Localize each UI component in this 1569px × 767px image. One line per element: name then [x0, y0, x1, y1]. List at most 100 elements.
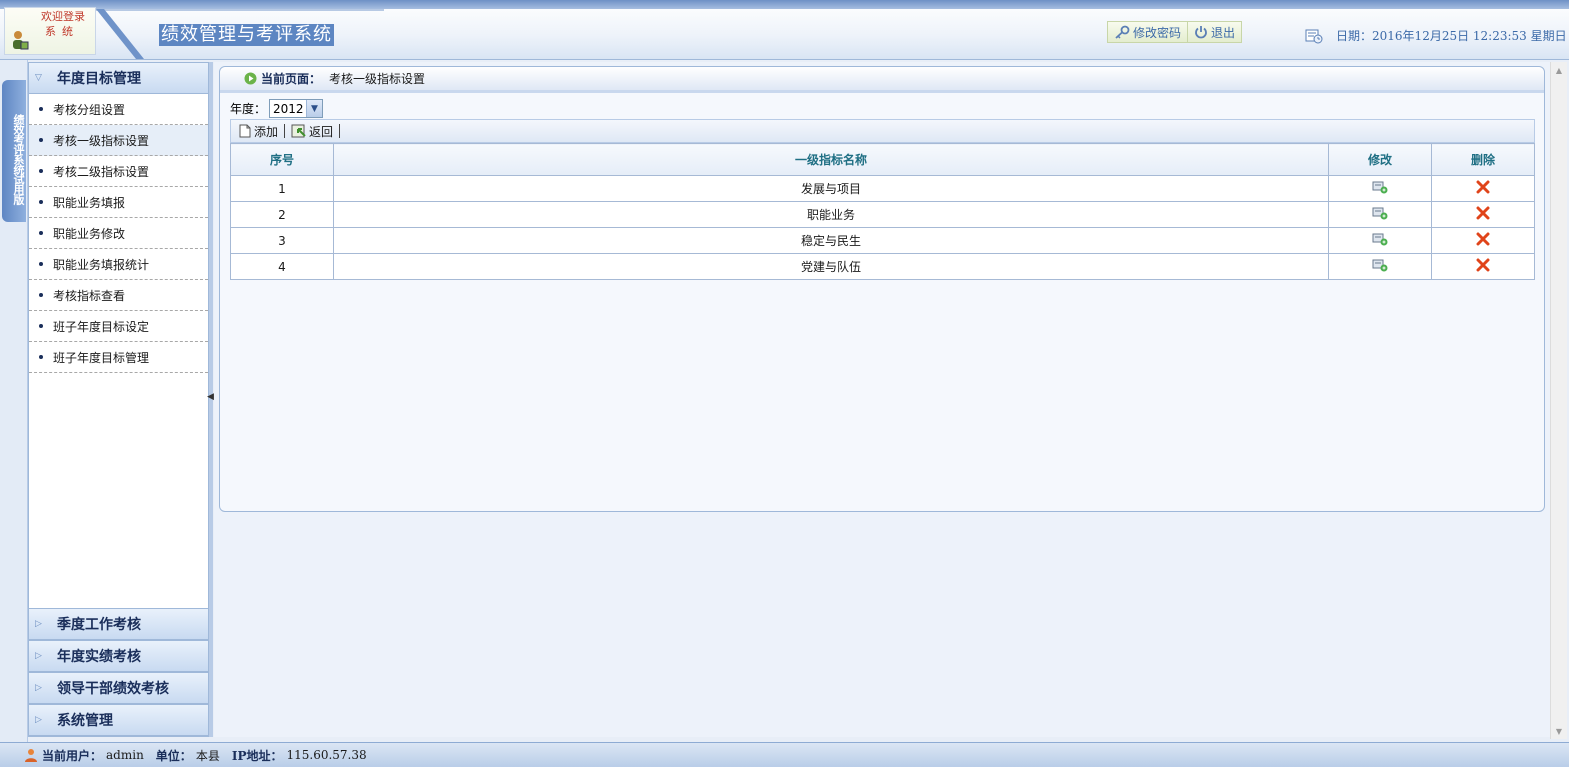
- menu-section-label: 系统管理: [57, 713, 113, 729]
- bullet-icon: [39, 262, 43, 266]
- menu-section-annual-goals[interactable]: ▽ 年度目标管理: [29, 63, 208, 94]
- logout-button[interactable]: 退出: [1187, 22, 1241, 42]
- bullet-icon: [39, 293, 43, 297]
- delete-x-icon[interactable]: [1476, 206, 1490, 220]
- table-row: 3 稳定与民生: [230, 227, 1535, 254]
- menu-section-label: 年度实绩考核: [57, 649, 141, 665]
- sidebar-item-business-edit[interactable]: 职能业务修改: [29, 218, 208, 249]
- breadcrumb: 当前页面： 考核一级指标设置: [220, 67, 1544, 93]
- back-button[interactable]: 返回: [291, 123, 333, 140]
- key-icon: [1115, 25, 1130, 39]
- content-panel: 当前页面： 考核一级指标设置 年度： 2012 ▼ 添加 返回 序号 一级指标名…: [219, 66, 1545, 512]
- play-circle-icon: [244, 72, 257, 85]
- year-selected-value: 2012: [273, 101, 304, 116]
- column-header-name: 一级指标名称: [333, 143, 1329, 176]
- status-bar: 当前用户： admin 单位： 本县 IP地址： 115.60.57.38: [0, 742, 1569, 767]
- row-indicator-name: 稳定与民生: [333, 227, 1329, 254]
- edit-cell: [1328, 227, 1432, 254]
- indicator-table: 序号 一级指标名称 修改 删除 1 发展与项目 2 职能业务 3 稳定与民生 4…: [230, 143, 1535, 280]
- edit-icon[interactable]: [1372, 258, 1388, 272]
- sidebar-item-indicator-view[interactable]: 考核指标查看: [29, 280, 208, 311]
- chevron-right-icon: ▷: [35, 619, 42, 629]
- bullet-icon: [39, 138, 43, 142]
- toolbar-divider: [339, 124, 341, 138]
- back-arrow-icon: [291, 124, 306, 138]
- row-index: 4: [230, 253, 334, 280]
- add-button[interactable]: 添加: [239, 123, 278, 140]
- logo: 欢迎登录 系统: [4, 7, 96, 55]
- vertical-system-tab[interactable]: 绩效考评系统试用版: [2, 80, 26, 222]
- edit-icon[interactable]: [1372, 206, 1388, 220]
- row-indicator-name: 发展与项目: [333, 175, 1329, 202]
- menu-section-quarterly[interactable]: ▷ 季度工作考核: [29, 608, 208, 640]
- calendar-clock-icon: [1305, 29, 1323, 43]
- chevron-down-icon: ▽: [35, 73, 42, 83]
- sidebar-item-label: 考核分组设置: [53, 102, 126, 117]
- year-select[interactable]: 2012 ▼: [269, 99, 324, 118]
- sidebar-item-label: 职能业务修改: [53, 226, 126, 241]
- row-index: 3: [230, 227, 334, 254]
- scroll-up-icon[interactable]: ▲: [1551, 62, 1567, 78]
- year-filter: 年度： 2012 ▼: [230, 99, 324, 118]
- collapse-arrow-icon[interactable]: ◀: [207, 392, 214, 404]
- menu-section-system-management[interactable]: ▷ 系统管理: [29, 704, 208, 736]
- sidebar-item-level2-indicators[interactable]: 考核二级指标设置: [29, 156, 208, 187]
- delete-cell: [1431, 253, 1535, 280]
- bullet-icon: [39, 231, 43, 235]
- column-header-index: 序号: [230, 143, 334, 176]
- delete-x-icon[interactable]: [1476, 180, 1490, 194]
- sidebar-item-label: 班子年度目标管理: [53, 350, 150, 365]
- sidebar-item-team-goal-setting[interactable]: 班子年度目标设定: [29, 311, 208, 342]
- logo-text-line1: 欢迎登录: [41, 10, 85, 23]
- sidebar-item-group-settings[interactable]: 考核分组设置: [29, 94, 208, 125]
- table-header-row: 序号 一级指标名称 修改 删除: [230, 143, 1535, 176]
- change-password-label: 修改密码: [1133, 25, 1182, 40]
- unit-value: 本县: [195, 748, 220, 763]
- user-logo-icon: [13, 31, 29, 50]
- sidebar-item-level1-indicators[interactable]: 考核一级指标设置: [29, 125, 208, 156]
- menu-section-label: 领导干部绩效考核: [57, 681, 169, 697]
- change-password-button[interactable]: 修改密码: [1108, 22, 1187, 42]
- edit-icon[interactable]: [1372, 180, 1388, 194]
- delete-cell: [1431, 175, 1535, 202]
- menu-section-annual-performance[interactable]: ▷ 年度实绩考核: [29, 640, 208, 672]
- toolbar-divider: [284, 124, 286, 138]
- menu-section-label: 年度目标管理: [57, 71, 141, 87]
- sidebar-item-label: 考核指标查看: [53, 288, 126, 303]
- scroll-down-icon[interactable]: ▼: [1551, 723, 1567, 739]
- header-top-band: [0, 0, 1569, 9]
- sidebar-item-label: 考核二级指标设置: [53, 164, 150, 179]
- bullet-icon: [39, 107, 43, 111]
- sidebar-item-label: 考核一级指标设置: [53, 133, 150, 148]
- delete-x-icon[interactable]: [1476, 232, 1490, 246]
- top-header: 欢迎登录 系统 绩效管理与考评系统 修改密码 退出 日期： 2016年12月25…: [0, 0, 1569, 60]
- edit-cell: [1328, 201, 1432, 228]
- bullet-icon: [39, 169, 43, 173]
- ip-value: 115.60.57.38: [286, 748, 367, 762]
- breadcrumb-label: 当前页面：: [261, 72, 322, 86]
- chevron-right-icon: ▷: [35, 715, 42, 725]
- edit-cell: [1328, 175, 1432, 202]
- top-action-buttons: 修改密码 退出: [1107, 21, 1243, 43]
- add-label: 添加: [254, 124, 279, 139]
- header-slant-decoration: [96, 9, 144, 59]
- delete-x-icon[interactable]: [1476, 258, 1490, 272]
- date-label: 日期：: [1336, 29, 1373, 43]
- main-content: 当前页面： 考核一级指标设置 年度： 2012 ▼ 添加 返回 序号 一级指标名…: [214, 62, 1550, 737]
- breadcrumb-current-page: 考核一级指标设置: [329, 72, 426, 86]
- sidebar-item-report-stats[interactable]: 职能业务填报统计: [29, 249, 208, 280]
- row-indicator-name: 职能业务: [333, 201, 1329, 228]
- chevron-right-icon: ▷: [35, 683, 42, 693]
- back-label: 返回: [309, 124, 334, 139]
- delete-cell: [1431, 227, 1535, 254]
- edit-icon[interactable]: [1372, 232, 1388, 246]
- vertical-scrollbar[interactable]: ▲ ▼: [1550, 62, 1567, 739]
- bullet-icon: [39, 355, 43, 359]
- sidebar-item-team-goal-management[interactable]: 班子年度目标管理: [29, 342, 208, 373]
- sidebar-menu: ▽ 年度目标管理 考核分组设置 考核一级指标设置 考核二级指标设置 职能业务填报…: [28, 62, 209, 737]
- menu-section-leader-evaluation[interactable]: ▷ 领导干部绩效考核: [29, 672, 208, 704]
- ip-label: IP地址：: [231, 748, 283, 763]
- system-title: 绩效管理与考评系统: [159, 24, 334, 46]
- row-index: 2: [230, 201, 334, 228]
- sidebar-item-business-report[interactable]: 职能业务填报: [29, 187, 208, 218]
